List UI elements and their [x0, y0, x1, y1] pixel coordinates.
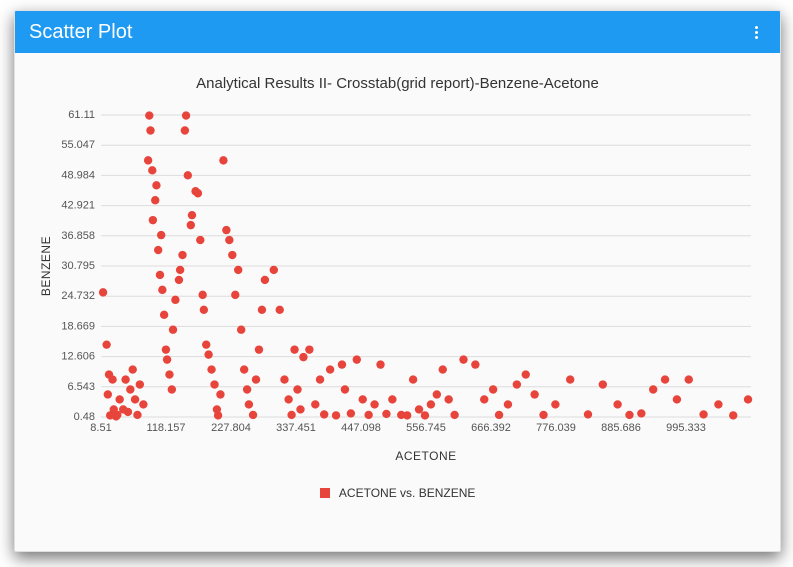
svg-text:885.686: 885.686 — [601, 422, 641, 434]
svg-text:36.858: 36.858 — [61, 230, 95, 242]
svg-text:18.669: 18.669 — [61, 320, 95, 332]
card-menu-button[interactable] — [746, 22, 766, 42]
kebab-dot-icon — [755, 36, 758, 39]
svg-text:55.047: 55.047 — [61, 139, 95, 151]
svg-text:776.039: 776.039 — [536, 422, 576, 434]
y-axis-label: BENZENE — [37, 115, 55, 417]
svg-text:447.098: 447.098 — [341, 422, 381, 434]
svg-text:48.984: 48.984 — [61, 169, 95, 181]
svg-text:118.157: 118.157 — [147, 422, 186, 434]
svg-text:995.333: 995.333 — [666, 422, 706, 434]
kebab-dot-icon — [755, 26, 758, 29]
chart-area: Analytical Results II- Crosstab(grid rep… — [15, 53, 780, 551]
svg-text:24.732: 24.732 — [61, 290, 95, 302]
scatter-plot: 0.486.54312.60618.66924.73230.79536.8584… — [101, 115, 751, 417]
svg-text:61.11: 61.11 — [68, 109, 95, 121]
svg-text:227.804: 227.804 — [211, 422, 251, 434]
svg-text:337.451: 337.451 — [276, 422, 316, 434]
svg-text:666.392: 666.392 — [471, 422, 511, 434]
svg-text:556.745: 556.745 — [406, 422, 446, 434]
svg-text:6.543: 6.543 — [67, 381, 95, 393]
chart-legend: ACETONE vs. BENZENE — [15, 485, 780, 500]
card-title: Scatter Plot — [29, 21, 132, 44]
svg-text:30.795: 30.795 — [61, 260, 95, 272]
svg-text:12.606: 12.606 — [61, 351, 95, 363]
legend-label: ACETONE vs. BENZENE — [339, 486, 475, 500]
kebab-dot-icon — [755, 31, 758, 34]
svg-text:8.51: 8.51 — [90, 422, 111, 434]
chart-title: Analytical Results II- Crosstab(grid rep… — [15, 75, 780, 92]
x-axis-label: ACETONE — [101, 449, 751, 463]
scatter-plot-card: Scatter Plot Analytical Results II- Cros… — [14, 10, 781, 552]
card-header: Scatter Plot — [15, 11, 780, 53]
legend-marker-icon — [320, 488, 330, 498]
svg-text:42.921: 42.921 — [61, 200, 95, 212]
